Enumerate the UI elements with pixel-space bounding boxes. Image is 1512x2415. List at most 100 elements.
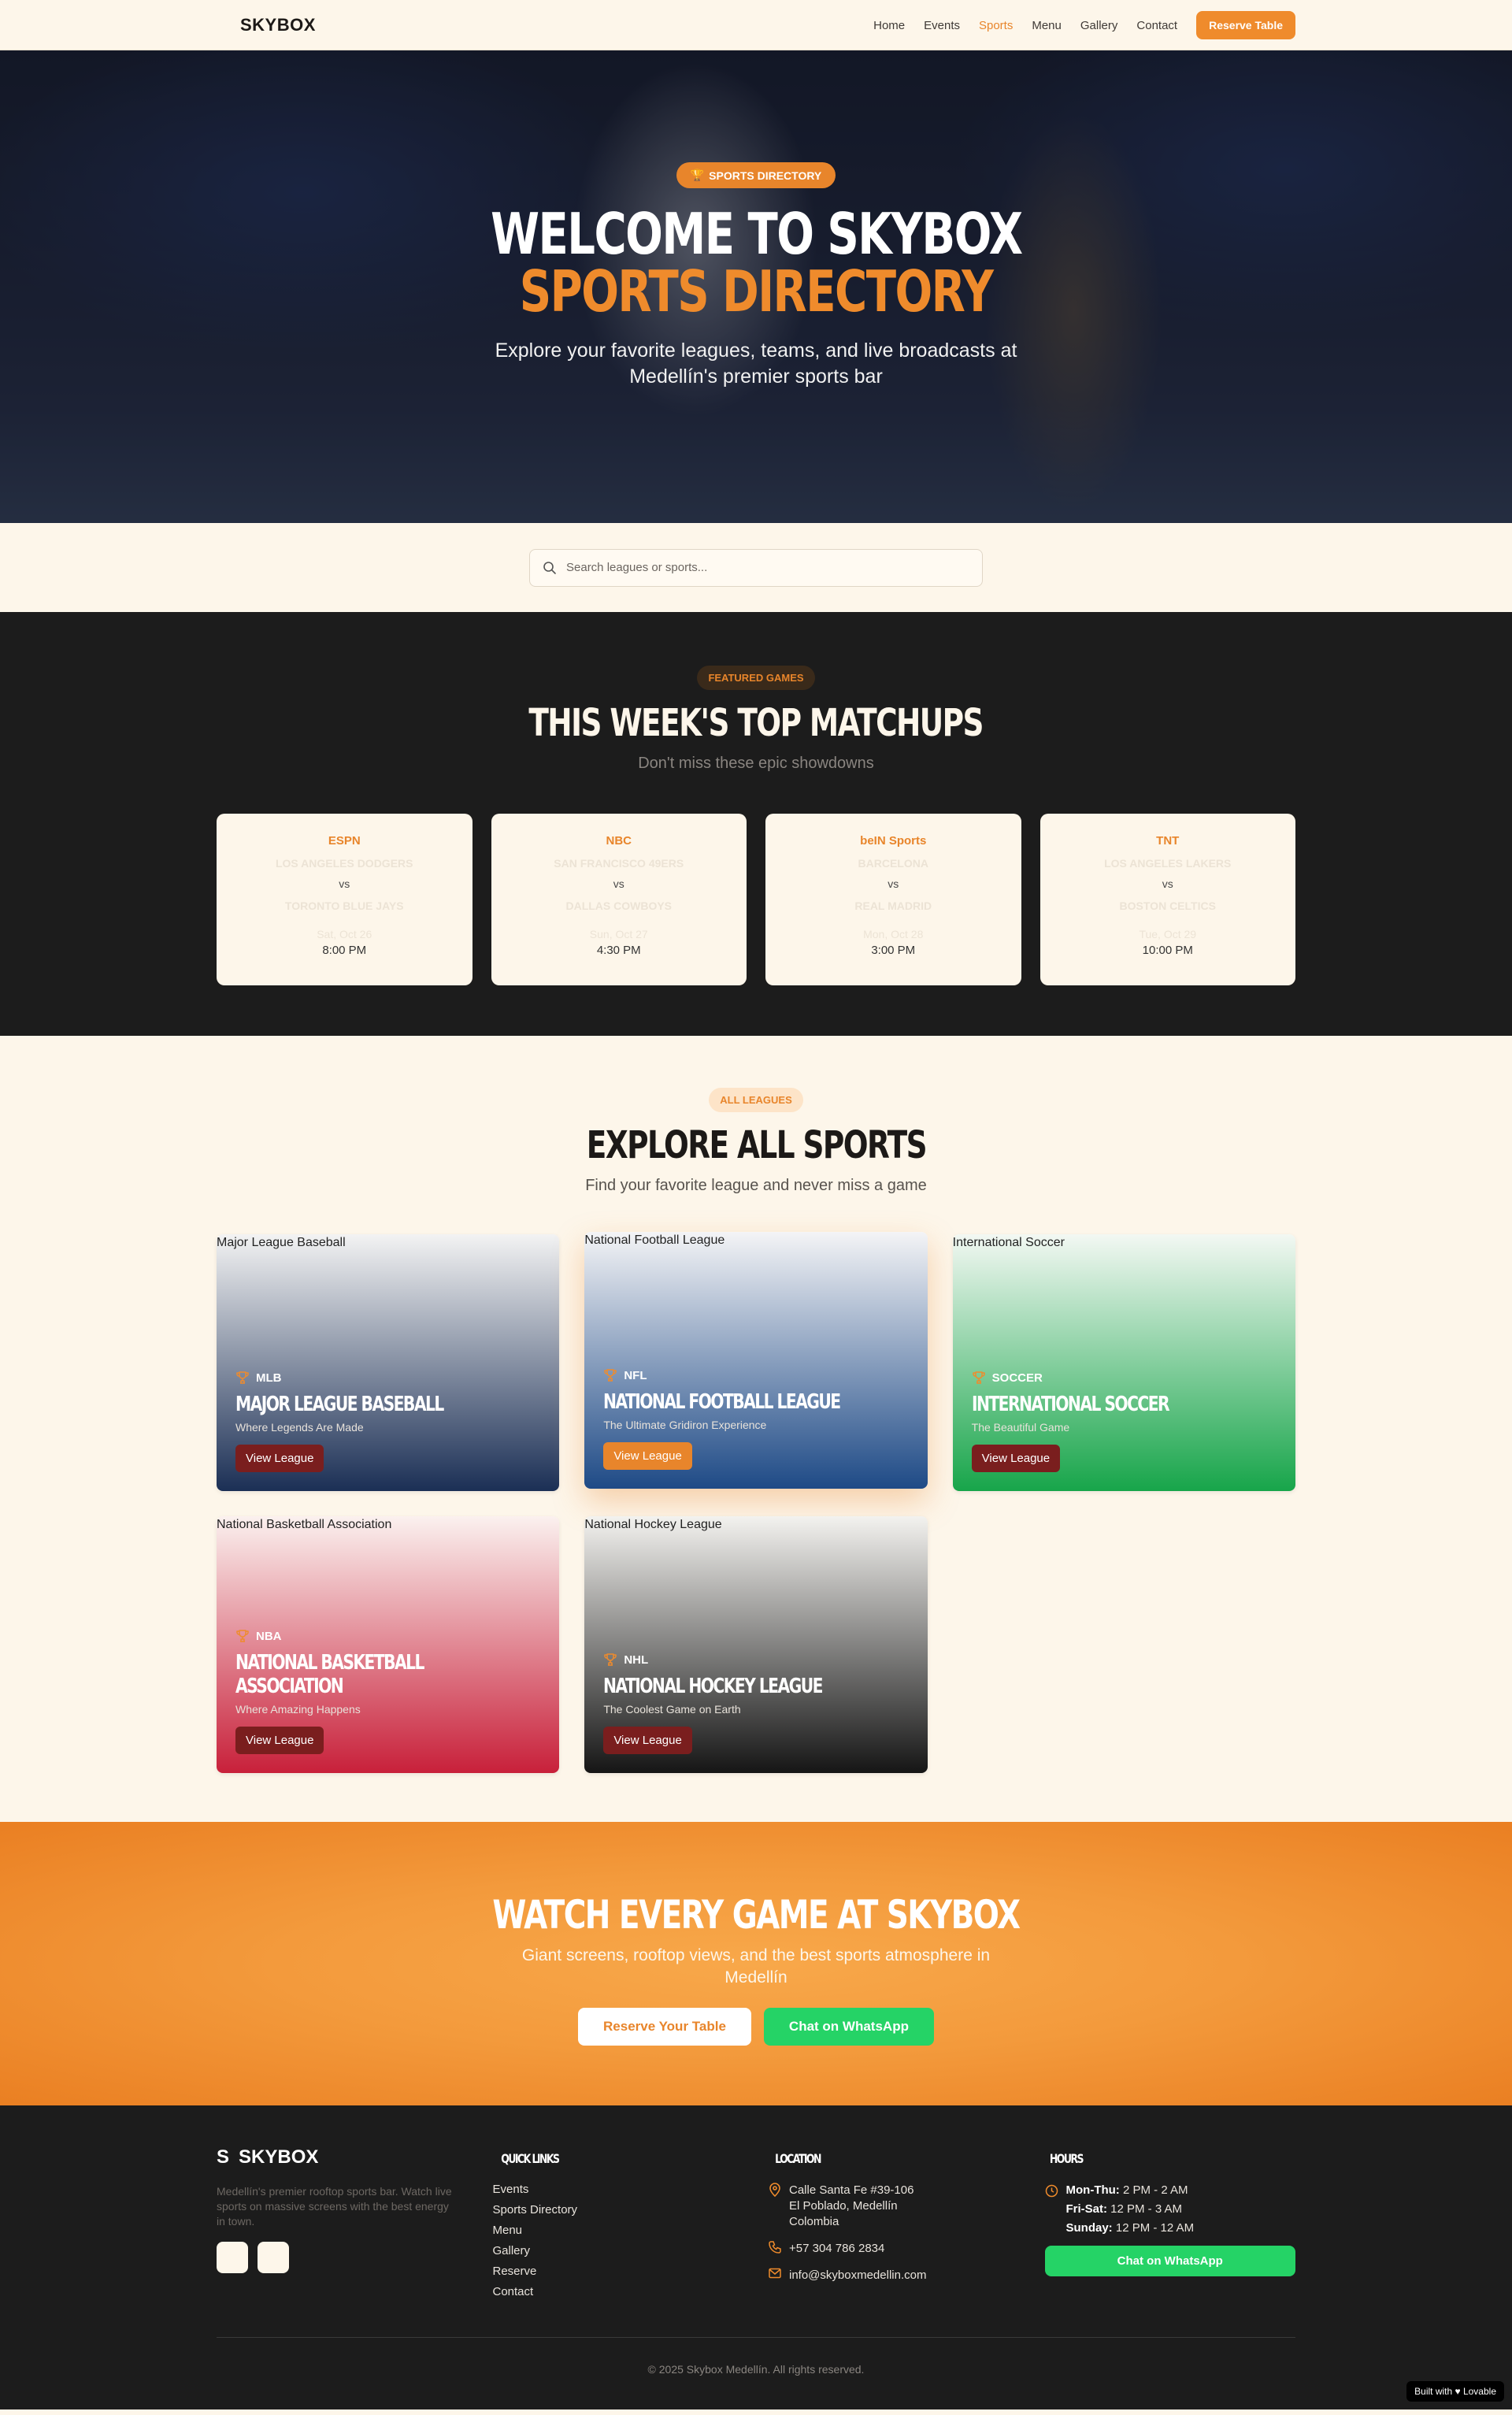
search-input[interactable] — [566, 561, 969, 574]
hero-badge-label: SPORTS DIRECTORY — [709, 169, 822, 182]
phone-row[interactable]: +57 304 786 2834 — [769, 2241, 1020, 2257]
footer-link-sports-directory[interactable]: Sports Directory — [493, 2203, 744, 2217]
cta-subtitle: Giant screens, rooftop views, and the be… — [0, 1945, 1512, 1989]
nav-link-events[interactable]: Events — [924, 19, 960, 32]
search-box — [529, 548, 983, 587]
footer-description: Medellín's premier rooftop sports bar. W… — [217, 2185, 452, 2228]
view-league-button[interactable]: View League — [603, 1727, 692, 1754]
email-address: info@skyboxmedellin.com — [789, 2268, 927, 2282]
hours-days: Fri-Sat: — [1065, 2202, 1108, 2216]
footer-link-menu[interactable]: Menu — [493, 2224, 744, 2237]
cta-whatsapp-button[interactable]: Chat on WhatsApp — [763, 2008, 934, 2046]
featured-pill: FEATURED GAMES — [697, 666, 815, 690]
footer-link-gallery[interactable]: Gallery — [493, 2244, 744, 2257]
top-nav: SKYBOX Home Events Sports Menu Gallery C… — [0, 0, 1512, 50]
hero-subtitle-line1: Explore your favorite leagues, teams, an… — [495, 339, 1017, 362]
game-time: 4:30 PM — [596, 944, 641, 957]
league-tag: NFL — [603, 1368, 908, 1382]
league-card[interactable]: National Basketball Association NBA NATION… — [217, 1516, 560, 1773]
league-name: INTERNATIONAL SOCCER — [971, 1393, 1170, 1416]
hours-title: HOURS — [1049, 2151, 1084, 2166]
game-team-home: SAN FRANCISCO 49ERS — [554, 857, 684, 870]
league-image-alt: International Soccer — [952, 1236, 1065, 1249]
footer-brand[interactable]: S SKYBOX — [217, 2146, 468, 2168]
nav-link-gallery[interactable]: Gallery — [1080, 19, 1118, 32]
mail-icon — [769, 2268, 781, 2279]
footer-link-events[interactable]: Events — [493, 2183, 744, 2196]
league-tag-label: MLB — [256, 1371, 282, 1385]
search-section — [0, 523, 1512, 612]
game-network: TNT — [1156, 834, 1180, 848]
league-image-alt: Major League Baseball — [217, 1236, 346, 1249]
hero-subtitle-line2: Medellín's premier sports bar — [629, 365, 883, 388]
map-pin-icon — [769, 2183, 780, 2197]
hero-subtitle: Explore your favorite leagues, teams, an… — [0, 338, 1512, 390]
brand-logo[interactable]: SKYBOX — [217, 15, 316, 35]
footer-link-contact[interactable]: Contact — [493, 2285, 744, 2298]
game-vs: vs — [339, 877, 350, 890]
built-with-badge[interactable]: Built with ♥ Lovable — [1406, 2381, 1504, 2402]
nav-link-menu[interactable]: Menu — [1032, 19, 1062, 32]
address-row: Calle Santa Fe #39-106 El Poblado, Medel… — [769, 2183, 1020, 2230]
trophy-icon — [604, 1369, 617, 1382]
league-name: MAJOR LEAGUE BASEBALL — [235, 1393, 444, 1416]
nav-link-contact[interactable]: Contact — [1136, 19, 1177, 32]
quick-links-title: QUICK LINKS — [500, 2151, 560, 2166]
hours-time: 2 PM - 2 AM — [1119, 2183, 1188, 2197]
view-league-button[interactable]: View League — [235, 1727, 324, 1754]
league-tag-label: NFL — [624, 1368, 647, 1382]
phone-number: +57 304 786 2834 — [789, 2242, 885, 2255]
league-card[interactable]: National Hockey League NHL NATIONAL HOCKEY… — [584, 1516, 928, 1773]
league-tag: SOCCER — [972, 1371, 1277, 1385]
hours-days: Sunday: — [1065, 2221, 1113, 2235]
nav-link-sports[interactable]: Sports — [979, 19, 1013, 32]
nav-links: Home Events Sports Menu Gallery Contact … — [873, 11, 1295, 39]
game-card[interactable]: ESPN LOS ANGELES DODGERS vs TORONTO BLUE… — [217, 814, 472, 985]
footer-brand-name: SKYBOX — [239, 2146, 319, 2168]
game-card[interactable]: NBC SAN FRANCISCO 49ERS vs DALLAS COWBOY… — [491, 814, 747, 985]
game-network: beIN Sports — [860, 834, 927, 848]
game-team-home: LOS ANGELES DODGERS — [275, 857, 413, 870]
hours-row: Mon-Thu: 2 PM - 2 AM — [1066, 2181, 1195, 2200]
nav-link-home[interactable]: Home — [873, 19, 905, 32]
league-card[interactable]: Major League Baseball MLB MAJOR LEAGUE BAS… — [217, 1234, 560, 1491]
footer-link-reserve[interactable]: Reserve — [493, 2265, 744, 2278]
reserve-table-button[interactable]: Reserve Table — [1196, 11, 1295, 39]
address-line2: El Poblado, Medellín — [789, 2199, 898, 2213]
hours-row: Fri-Sat: 12 PM - 3 AM — [1066, 2200, 1195, 2219]
game-card[interactable]: TNT LOS ANGELES LAKERS vs BOSTON CELTICS… — [1040, 814, 1295, 985]
reserve-your-table-button[interactable]: Reserve Your Table — [578, 2008, 751, 2046]
game-time: 10:00 PM — [1142, 944, 1193, 957]
email-row[interactable]: info@skyboxmedellin.com — [769, 2268, 1020, 2283]
game-team-away: BOSTON CELTICS — [1119, 900, 1216, 912]
league-tag-label: NHL — [624, 1653, 649, 1667]
instagram-icon[interactable] — [217, 2242, 248, 2273]
view-league-button[interactable]: View League — [971, 1445, 1061, 1472]
leagues-pill: ALL LEAGUES — [709, 1088, 803, 1112]
view-league-button[interactable]: View League — [603, 1442, 692, 1470]
game-time: 8:00 PM — [322, 944, 367, 957]
league-image-alt: National Football League — [584, 1233, 725, 1247]
game-team-away: TORONTO BLUE JAYS — [284, 900, 404, 912]
league-card[interactable]: International Soccer SOCCER INTERNATIONAL … — [952, 1234, 1295, 1491]
game-team-home: BARCELONA — [858, 857, 928, 870]
trophy-icon — [972, 1371, 985, 1384]
view-league-button[interactable]: View League — [235, 1445, 324, 1472]
featured-games-section: FEATURED GAMES THIS WEEK'S TOP MATCHUPS … — [0, 612, 1512, 1036]
game-date: Sat, Oct 26 — [317, 928, 372, 940]
league-tag: MLB — [235, 1371, 540, 1385]
cta-title: WATCH EVERY GAME AT SKYBOX — [492, 1892, 1021, 1938]
hours-time: 12 PM - 12 AM — [1112, 2221, 1195, 2235]
game-card[interactable]: beIN Sports BARCELONA vs REAL MADRID Mon… — [765, 814, 1021, 985]
hours-row: Sunday: 12 PM - 12 AM — [1066, 2219, 1195, 2238]
facebook-icon[interactable] — [258, 2242, 289, 2273]
trophy-icon — [236, 1371, 249, 1384]
game-team-away: DALLAS COWBOYS — [565, 900, 673, 912]
address-line1: Calle Santa Fe #39-106 — [789, 2183, 914, 2197]
footer-whatsapp-button[interactable]: Chat on WhatsApp — [1044, 2246, 1295, 2276]
hero-section: 🏆 SPORTS DIRECTORY WELCOME TO SKYBOX SPO… — [0, 50, 1512, 523]
hours-days: Mon-Thu: — [1065, 2183, 1120, 2197]
cta-subtitle-line1: Giant screens, rooftop views, and the be… — [521, 1946, 991, 1964]
league-tagline: Where Legends Are Made — [235, 1421, 364, 1434]
league-card[interactable]: National Football League NFL NATIONAL FOOT… — [584, 1232, 928, 1489]
